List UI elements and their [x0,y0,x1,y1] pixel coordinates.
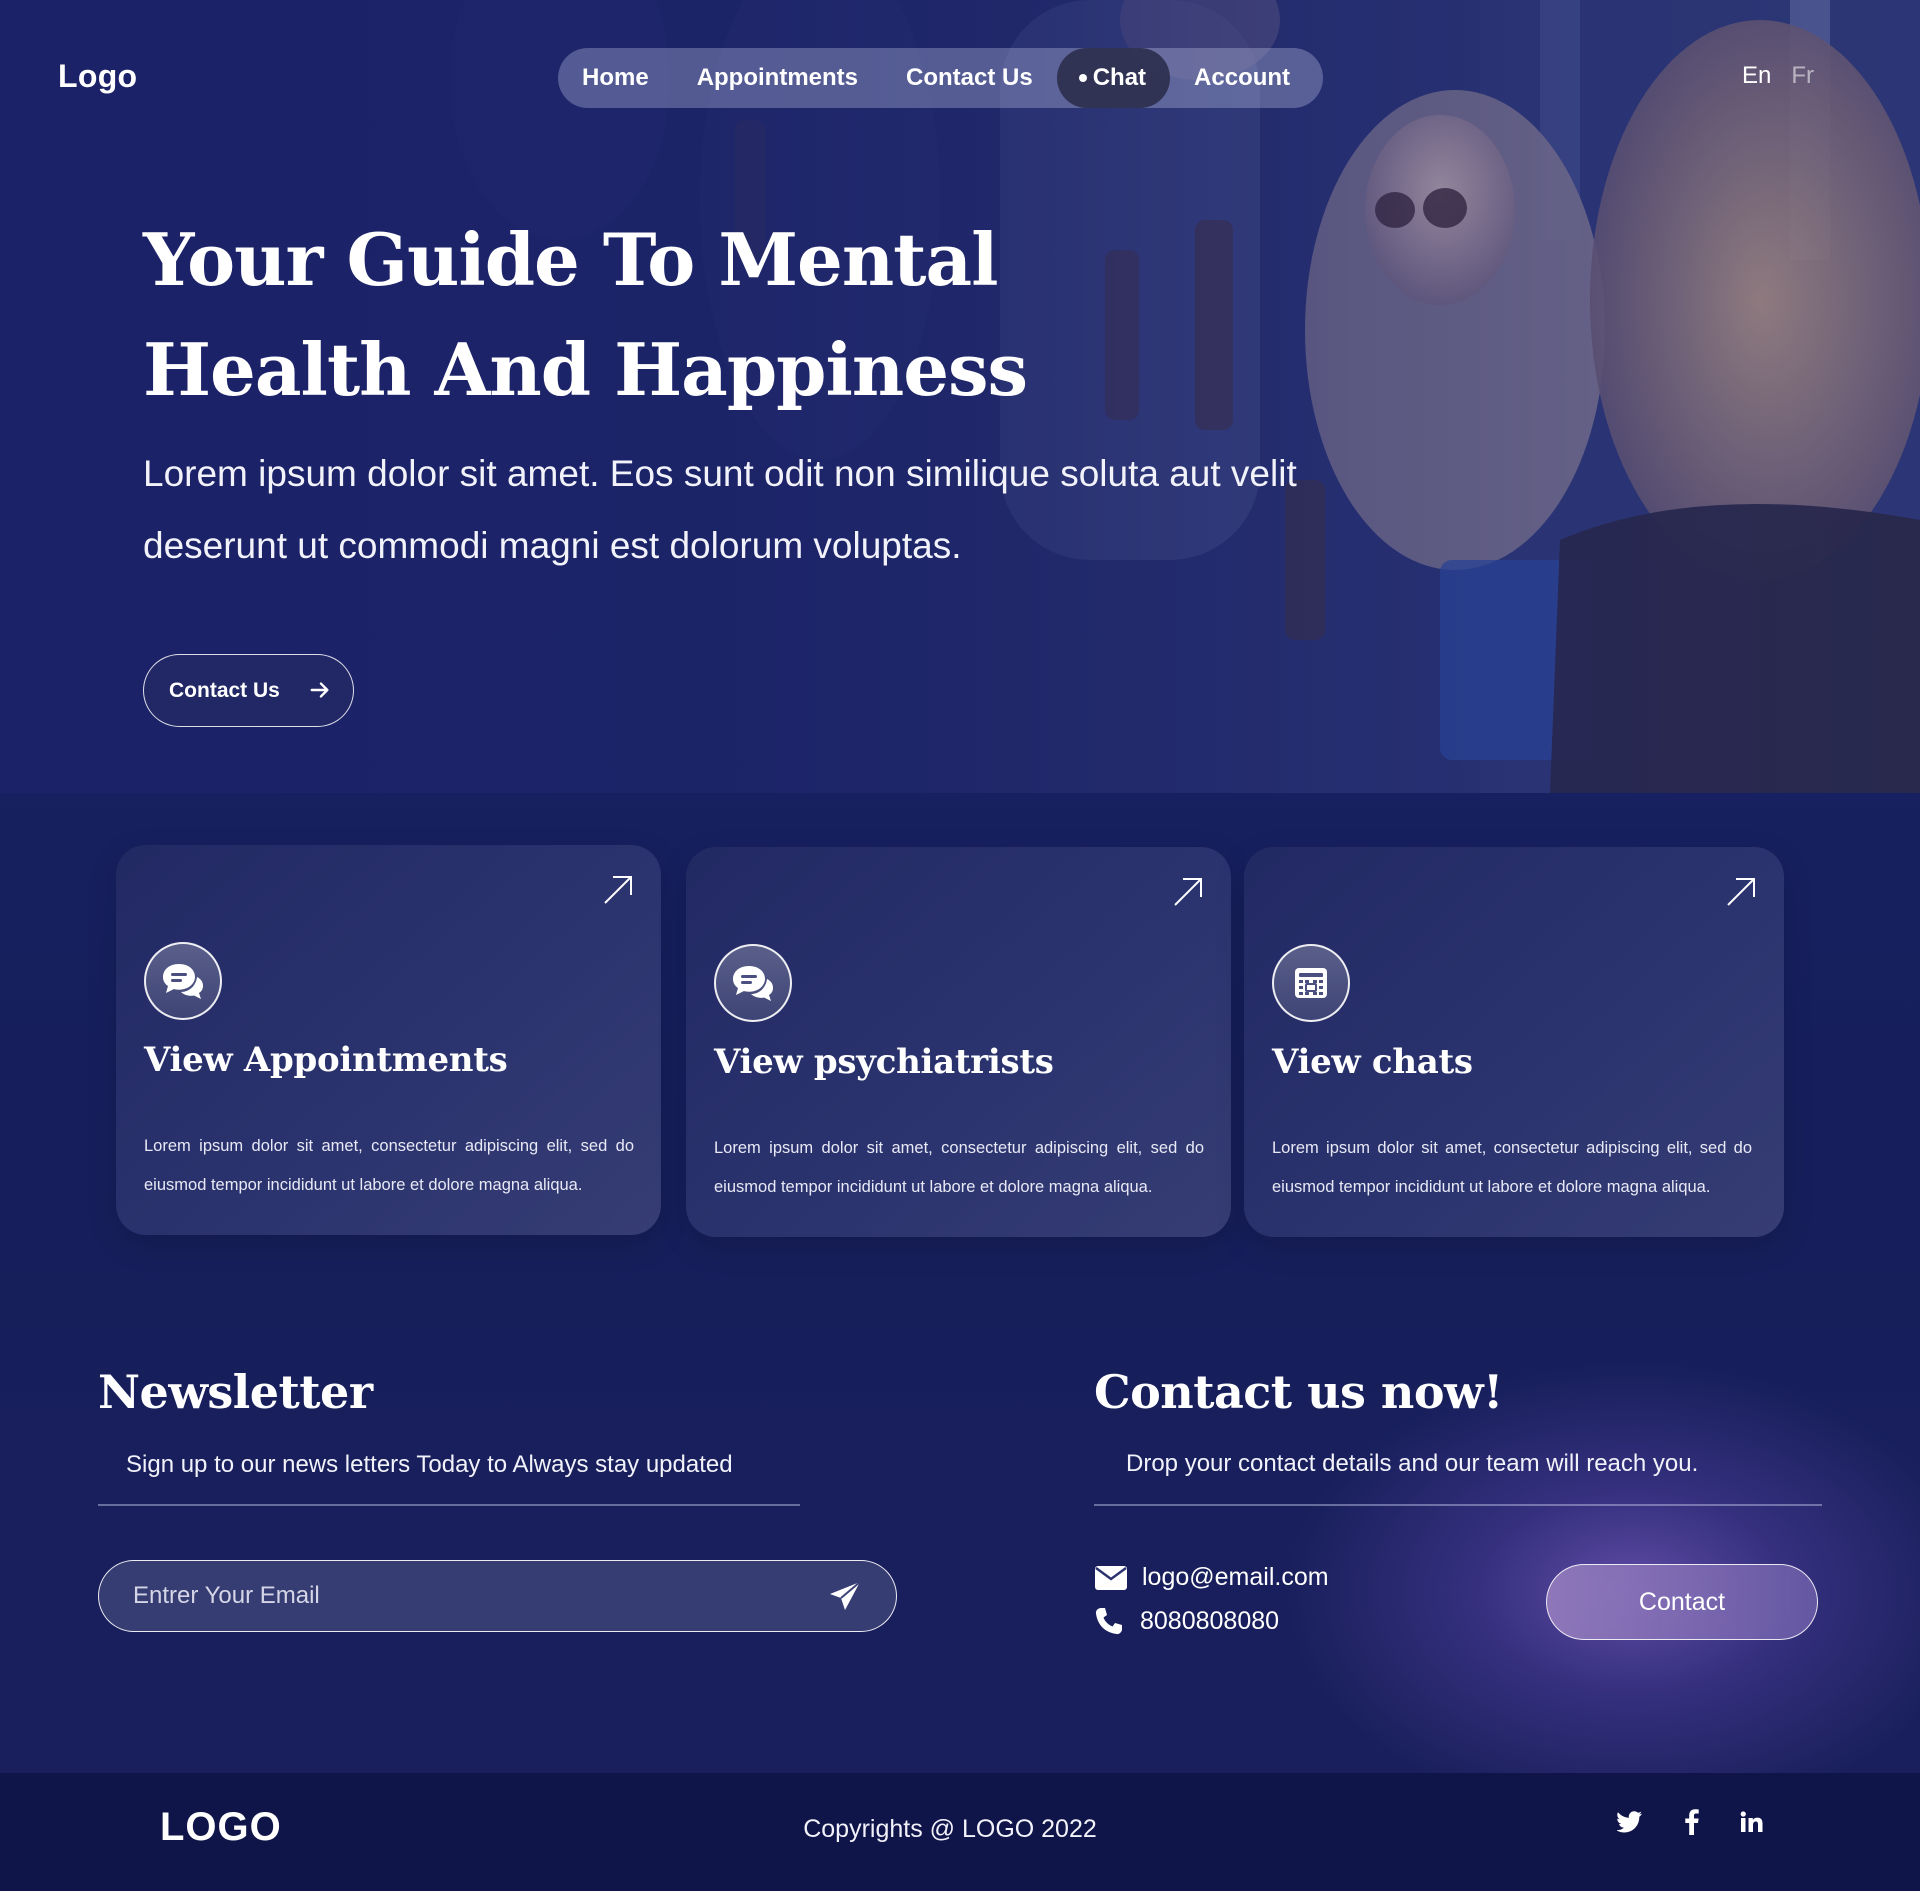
contact-divider [1094,1504,1822,1506]
card-title: View chats [1272,1042,1473,1082]
newsletter-email-input[interactable] [133,1561,813,1631]
footer: LOGO Copyrights @ LOGO 2022 [0,1773,1920,1891]
chat-bubbles-icon [714,944,792,1022]
hero-subtitle: Lorem ipsum dolor sit amet. Eos sunt odi… [143,453,1297,566]
phone-icon [1095,1608,1122,1635]
contact-email[interactable]: logo@email.com [1094,1563,1329,1592]
calendar-icon [1272,944,1350,1022]
mail-icon [1095,1565,1127,1590]
nav-item-chat[interactable]: Chat [1056,48,1171,108]
newsletter-subtitle: Sign up to our news letters Today to Alw… [126,1451,733,1478]
arrow-right-icon [310,682,329,698]
hero-title: Your Guide To Mental Health And Happines… [143,217,1028,412]
arrow-up-right-icon [1174,878,1202,906]
newsletter-divider [98,1504,800,1506]
card-view-chats[interactable]: View chats Lorem ipsum dolor sit amet, c… [1244,847,1784,1237]
chat-bubbles-icon [144,942,222,1020]
facebook-icon[interactable] [1677,1807,1707,1837]
nav-item-appointments[interactable]: Appointments [673,48,882,108]
contact-title: Contact us now! [1094,1365,1503,1419]
card-view-psychiatrists[interactable]: View psychiatrists Lorem ipsum dolor sit… [686,847,1231,1237]
nav-item-account[interactable]: Account [1170,48,1314,108]
card-description: Lorem ipsum dolor sit amet, consectetur … [144,1137,634,1194]
nav-item-contact-us[interactable]: Contact Us [882,48,1057,108]
language-fr[interactable]: Fr [1791,62,1814,90]
main-nav: Home Appointments Contact Us Chat Accoun… [558,48,1323,108]
nav-item-home[interactable]: Home [558,48,673,108]
arrow-up-right-icon [1727,878,1755,906]
arrow-up-right-icon [604,876,632,904]
contact-phone[interactable]: 8080808080 [1094,1606,1279,1636]
linkedin-icon[interactable] [1737,1807,1767,1837]
active-dot-icon [1078,74,1087,82]
twitter-icon[interactable] [1615,1807,1645,1837]
card-view-appointments[interactable]: View Appointments Lorem ipsum dolor sit … [116,845,661,1235]
card-title: View Appointments [144,1040,508,1080]
language-switcher: En Fr [1742,62,1814,90]
card-title: View psychiatrists [714,1042,1054,1082]
hero-section: Logo Home Appointments Contact Us Chat A… [0,0,1920,793]
contact-subtitle: Drop your contact details and our team w… [1126,1450,1699,1477]
card-description: Lorem ipsum dolor sit amet, consectetur … [714,1139,1204,1196]
page: Logo Home Appointments Contact Us Chat A… [0,0,1920,1891]
newsletter-email-box [98,1560,897,1632]
card-description: Lorem ipsum dolor sit amet, consectetur … [1272,1139,1752,1196]
contact-button[interactable]: Contact [1546,1564,1818,1640]
header-logo[interactable]: Logo [58,58,137,95]
language-en[interactable]: En [1742,62,1771,90]
hero-contact-button[interactable]: Contact Us [143,654,354,727]
send-icon[interactable] [827,1579,863,1615]
newsletter-title: Newsletter [98,1365,373,1419]
